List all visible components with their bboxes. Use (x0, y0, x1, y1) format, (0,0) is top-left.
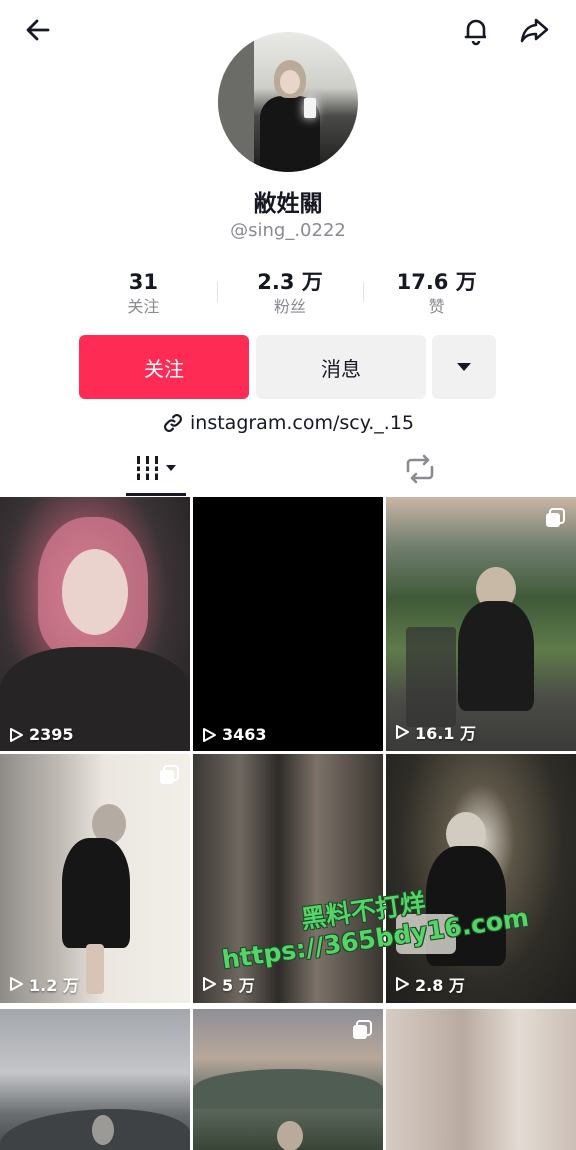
multi-photo-icon (546, 508, 565, 527)
multi-photo-icon (353, 1020, 372, 1039)
avatar[interactable] (218, 32, 358, 172)
stat-following[interactable]: 31 关注 (70, 268, 217, 324)
repost-icon (406, 454, 434, 484)
play-icon (203, 727, 216, 742)
view-count: 2.8 万 (394, 972, 465, 996)
view-count: 16.1 万 (394, 720, 476, 744)
tab-videos[interactable] (126, 442, 186, 496)
view-count: 1.2 万 (8, 972, 79, 996)
video-thumbnail[interactable] (193, 1009, 383, 1150)
back-button[interactable] (16, 8, 60, 52)
profile-name: 敝姓關 (253, 191, 323, 217)
play-icon (10, 977, 23, 991)
stat-followers[interactable]: 2.3 万 粉丝 (216, 268, 364, 324)
video-thumbnail[interactable]: 16.1 万 (386, 497, 576, 751)
multi-photo-icon (160, 765, 179, 784)
video-thumbnail[interactable]: 1.2 万 (0, 754, 190, 1003)
view-count: 5 万 (201, 972, 255, 996)
more-dropdown-button[interactable] (432, 335, 496, 399)
tab-reposts[interactable] (392, 442, 448, 496)
stat-label: 关注 (127, 297, 160, 316)
play-icon (396, 725, 409, 739)
stat-label: 粉丝 (274, 297, 307, 316)
follow-button[interactable]: 关注 (79, 335, 249, 399)
bio-link[interactable]: instagram.com/scy._.15 (0, 408, 576, 438)
video-thumbnail[interactable] (0, 1009, 190, 1150)
stat-value: 31 (128, 270, 158, 294)
stat-likes[interactable]: 17.6 万 赞 (363, 268, 510, 324)
play-icon (203, 977, 216, 991)
play-icon (396, 977, 409, 991)
video-thumbnail[interactable] (386, 1009, 576, 1150)
video-thumbnail[interactable]: 2.8 万 (386, 754, 576, 1003)
video-thumbnail[interactable]: 5 万 (193, 754, 383, 1003)
content-tabs (0, 442, 576, 496)
caret-down-icon (457, 363, 471, 371)
bell-icon (464, 19, 486, 46)
stat-value: 2.3 万 (257, 270, 323, 294)
stat-label: 赞 (428, 297, 445, 316)
view-count: 3463 (201, 725, 267, 744)
message-button[interactable]: 消息 (256, 335, 426, 399)
arrow-left-icon (26, 19, 50, 41)
notifications-button[interactable] (454, 8, 498, 52)
profile-stats: 31 关注 2.3 万 粉丝 17.6 万 赞 (70, 268, 510, 324)
view-count: 2395 (8, 725, 74, 744)
bio-link-text: instagram.com/scy._.15 (190, 412, 414, 434)
link-icon (162, 412, 184, 434)
share-arrow-icon (520, 18, 549, 43)
stat-value: 17.6 万 (396, 270, 477, 294)
share-button[interactable] (512, 8, 556, 52)
video-thumbnail[interactable]: 2395 (0, 497, 190, 751)
play-icon (10, 727, 23, 742)
grid-bars-icon (134, 455, 176, 480)
video-thumbnail[interactable]: 3463 (193, 497, 383, 751)
profile-handle: @sing_.0222 (230, 220, 346, 241)
